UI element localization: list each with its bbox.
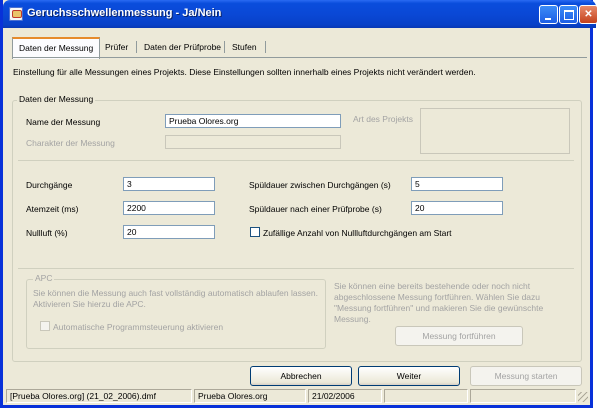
section-divider <box>18 268 574 269</box>
status-empty-1 <box>384 389 468 403</box>
apc-checkbox[interactable] <box>40 321 50 331</box>
status-date: 21/02/2006 <box>308 389 382 403</box>
zufaellige-anzahl-checkbox[interactable] <box>250 227 260 237</box>
cancel-button[interactable]: Abbrechen <box>250 366 352 386</box>
charakter-der-messung-label: Charakter der Messung <box>26 138 115 148</box>
app-icon[interactable] <box>9 7 23 21</box>
nullluft-label: Nullluft (%) <box>26 228 68 238</box>
maximize-icon <box>564 10 574 20</box>
tab-daten-der-messung[interactable]: Daten der Messung <box>12 37 101 59</box>
apc-checkbox-label: Automatische Programmsteuerung aktiviere… <box>53 322 224 332</box>
title-bar[interactable]: Geruchsschwellenmessung - Ja/Nein ✕ <box>3 0 598 28</box>
zufaellige-anzahl-label: Zufällige Anzahl von Nullluftdurchgängen… <box>263 228 452 238</box>
tab-pruefer[interactable]: Prüfer <box>99 38 134 56</box>
spueldauer-nach-label: Spüldauer nach einer Prüfprobe (s) <box>249 204 382 214</box>
charakter-der-messung-input[interactable] <box>165 135 341 149</box>
spueldauer-zwischen-label: Spüldauer zwischen Durchgängen (s) <box>249 180 391 190</box>
spueldauer-nach-input[interactable]: 20 <box>411 201 503 215</box>
durchgaenge-label: Durchgänge <box>26 180 73 190</box>
tab-separator <box>136 41 137 53</box>
minimize-button[interactable] <box>539 5 558 24</box>
nullluft-input[interactable]: 20 <box>123 225 215 239</box>
tab-divider <box>13 57 587 58</box>
tab-daten-der-pruefprobe[interactable]: Daten der Prüfprobe <box>138 38 227 56</box>
apc-group-title: APC <box>33 273 55 283</box>
name-der-messung-input[interactable]: Prueba Olores.org <box>165 114 341 128</box>
next-button[interactable]: Weiter <box>358 366 460 386</box>
name-der-messung-label: Name der Messung <box>26 117 101 127</box>
art-des-projekts-label: Art des Projekts <box>353 114 413 124</box>
intro-text: Einstellung für alle Messungen eines Pro… <box>13 67 476 77</box>
window-title: Geruchsschwellenmessung - Ja/Nein <box>27 7 222 19</box>
status-empty-2 <box>470 389 576 403</box>
maximize-button[interactable] <box>559 5 578 24</box>
apc-description: Sie können die Messung auch fast vollstä… <box>33 288 318 309</box>
main-window: Geruchsschwellenmessung - Ja/Nein ✕ Date… <box>0 0 598 408</box>
messung-fortfuehren-button[interactable]: Messung fortführen <box>395 326 523 346</box>
atemzeit-input[interactable]: 2200 <box>123 201 215 215</box>
status-project: Prueba Olores.org <box>194 389 306 403</box>
spueldauer-zwischen-input[interactable]: 5 <box>411 177 503 191</box>
resize-grip-icon[interactable] <box>578 392 588 402</box>
tab-separator <box>265 41 266 53</box>
close-button[interactable]: ✕ <box>579 5 598 24</box>
status-file: [Prueba Olores.org] (21_02_2006).dmf <box>6 389 192 403</box>
start-measurement-button[interactable]: Messung starten <box>470 366 582 386</box>
status-bar: [Prueba Olores.org] (21_02_2006).dmf Pru… <box>3 388 590 405</box>
fortsetzen-description: Sie können eine bereits bestehende oder … <box>334 281 544 324</box>
close-icon: ✕ <box>584 9 593 20</box>
tab-stufen[interactable]: Stufen <box>226 38 263 56</box>
art-des-projekts-field[interactable] <box>420 108 570 154</box>
atemzeit-label: Atemzeit (ms) <box>26 204 79 214</box>
tab-separator <box>224 41 225 53</box>
minimize-icon <box>545 18 551 20</box>
durchgaenge-input[interactable]: 3 <box>123 177 215 191</box>
section-divider <box>18 160 574 161</box>
daten-messung-group-title: Daten der Messung <box>17 94 96 104</box>
